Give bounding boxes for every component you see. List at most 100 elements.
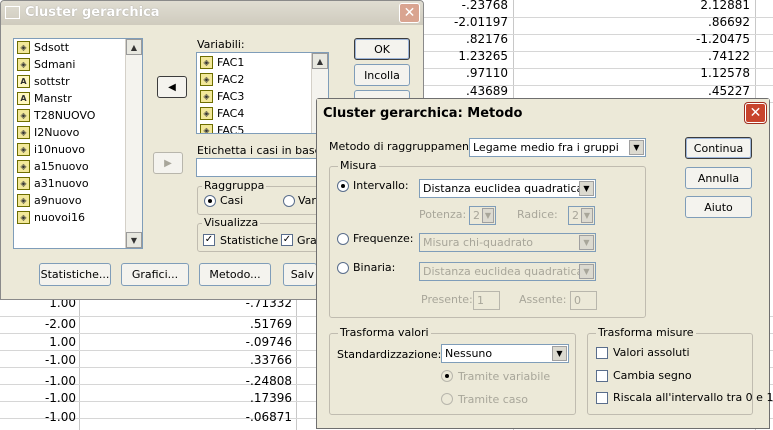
cell[interactable]: -2.01197 [420, 15, 508, 29]
cell[interactable]: -.23768 [420, 0, 508, 12]
incolla-button[interactable]: Incolla [354, 64, 410, 86]
list-item[interactable]: ◈ Sdmani [17, 56, 75, 73]
ruler-icon: ◈ [17, 58, 30, 71]
aiuto-button[interactable]: Aiuto [685, 196, 752, 218]
chevron-down-icon[interactable]: ▼ [581, 208, 593, 223]
ruler-icon: ◈ [200, 56, 213, 69]
dialog-title: Cluster gerarchica: Metodo [323, 106, 523, 121]
list-item[interactable]: ◈ FAC5 [200, 122, 244, 133]
cell[interactable]: .17396 [180, 391, 292, 405]
cell[interactable]: 1.23265 [420, 49, 508, 63]
radio-binaria[interactable] [337, 262, 349, 274]
presente-field[interactable]: 1 [473, 291, 500, 310]
grafici-button[interactable]: Grafici... [121, 263, 189, 286]
method-dialog: Cluster gerarchica: Metodo ✕ Metodo di r… [316, 98, 773, 429]
list-item[interactable]: ◈ i10nuovo [17, 141, 85, 158]
radio-label: Intervallo: [353, 179, 409, 192]
list-item[interactable]: ◈ a15nuovo [17, 158, 89, 175]
scrollbar[interactable]: ▲ ▼ [125, 39, 142, 248]
scroll-up-icon[interactable]: ▲ [126, 39, 142, 55]
list-item[interactable]: ◈ T28NUOVO [17, 107, 95, 124]
checkbox-valori-assoluti[interactable] [596, 347, 608, 359]
cell[interactable]: -.06871 [180, 410, 292, 424]
cell[interactable]: .33766 [180, 353, 292, 367]
move-to-label-button[interactable]: ▶ [153, 152, 183, 174]
salva-button[interactable]: Salv [283, 263, 317, 286]
cell[interactable]: -1.00 [0, 353, 76, 367]
chevron-down-icon[interactable]: ▼ [579, 235, 594, 250]
checkbox-cambia-segno[interactable] [596, 370, 608, 382]
select-value: 2 [473, 209, 480, 222]
method-dialog-titlebar[interactable]: Cluster gerarchica: Metodo ✕ [317, 99, 769, 127]
cell[interactable]: -.09746 [180, 335, 292, 349]
standardizzazione-select[interactable]: Nessuno ▼ [441, 344, 569, 363]
cell[interactable]: -1.20475 [600, 32, 750, 46]
checkbox-grafici[interactable]: ✓ [281, 234, 293, 246]
cell[interactable]: .82176 [420, 32, 508, 46]
list-item[interactable]: ◈ FAC2 [200, 71, 244, 88]
chevron-down-icon[interactable]: ▼ [552, 346, 567, 361]
list-item[interactable]: Asottstr [17, 73, 70, 90]
radio-tramite-caso[interactable] [441, 393, 453, 405]
cell[interactable]: -.24808 [180, 374, 292, 388]
intervallo-select[interactable]: Distanza euclidea quadratica ▼ [419, 179, 596, 198]
scroll-down-icon[interactable]: ▼ [126, 232, 142, 248]
scroll-up-icon[interactable]: ▲ [312, 53, 328, 69]
potenza-label: Potenza: [419, 208, 467, 221]
list-item[interactable]: ◈ Sdsott [17, 39, 69, 56]
close-icon[interactable]: ✕ [399, 3, 420, 23]
chevron-down-icon[interactable]: ▼ [579, 181, 594, 196]
method-select[interactable]: Legame medio fra i gruppi ▼ [469, 138, 646, 157]
cell[interactable]: -1.00 [0, 374, 76, 388]
radio-tramite-variabile[interactable] [441, 370, 453, 382]
radio-casi[interactable] [204, 195, 216, 207]
ok-button[interactable]: OK [354, 38, 410, 60]
radice-select[interactable]: 2 ▼ [568, 206, 595, 225]
list-item[interactable]: ◈ I2Nuovo [17, 124, 79, 141]
cell[interactable]: 1.12578 [600, 66, 750, 80]
list-item[interactable]: ◈ FAC1 [200, 54, 244, 71]
list-item[interactable]: ◈ a31nuovo [17, 175, 89, 192]
cell[interactable]: -1.00 [0, 410, 76, 424]
radio-variabili[interactable] [283, 195, 295, 207]
cell[interactable]: .43689 [420, 84, 508, 98]
frequenze-select[interactable]: Misura chi-quadrato ▼ [419, 233, 596, 252]
cell[interactable]: .86692 [600, 15, 750, 29]
cell[interactable]: .45227 [600, 84, 750, 98]
list-item[interactable]: ◈ a9nuovo [17, 192, 82, 209]
radio-intervallo[interactable] [337, 180, 349, 192]
cell[interactable]: -1.00 [0, 391, 76, 405]
assente-field[interactable]: 0 [570, 291, 597, 310]
list-item[interactable]: ◈ FAC3 [200, 88, 244, 105]
statistiche-button[interactable]: Statistiche... [39, 263, 111, 286]
list-item[interactable]: A Manstr [17, 90, 72, 107]
variables-list[interactable]: ◈ FAC1 ◈ FAC2 ◈ FAC3 ◈ FAC4 ◈ FAC5 ▲ [196, 52, 329, 134]
chevron-down-icon[interactable]: ▼ [482, 208, 494, 223]
radio-frequenze[interactable] [337, 233, 349, 245]
annulla-button[interactable]: Annulla [685, 167, 752, 189]
ruler-icon: ◈ [17, 109, 30, 122]
cell[interactable]: 2.12881 [600, 0, 750, 12]
cell[interactable]: .74122 [600, 49, 750, 63]
close-icon[interactable]: ✕ [745, 103, 766, 123]
metodo-button[interactable]: Metodo... [199, 263, 271, 286]
checkbox-statistiche[interactable]: ✓ [203, 234, 215, 246]
move-to-variables-button[interactable]: ◀ [157, 76, 187, 98]
list-item[interactable]: ◈ FAC4 [200, 105, 244, 122]
method-label: Metodo di raggruppamento: [329, 140, 484, 153]
chevron-down-icon[interactable]: ▼ [629, 140, 644, 155]
ruler-icon: ◈ [17, 160, 30, 173]
cell[interactable]: .97110 [420, 66, 508, 80]
potenza-select[interactable]: 2 ▼ [469, 206, 496, 225]
cell[interactable]: -2.00 [0, 317, 76, 331]
label-cases-field[interactable] [196, 158, 322, 177]
cell[interactable]: 1.00 [0, 335, 76, 349]
list-item[interactable]: ◈ nuovoi16 [17, 209, 85, 226]
cluster-dialog-titlebar[interactable]: Cluster gerarchica ✕ [1, 1, 423, 25]
continua-button[interactable]: Continua [685, 137, 752, 159]
checkbox-riscala[interactable] [596, 392, 608, 404]
binaria-select[interactable]: Distanza euclidea quadratica ▼ [419, 262, 596, 281]
cell[interactable]: .51769 [180, 317, 292, 331]
source-variable-list[interactable]: ◈ Sdsott ◈ Sdmani Asottstr A Manstr ◈ T28NUO… [13, 38, 143, 249]
chevron-down-icon[interactable]: ▼ [579, 264, 594, 279]
